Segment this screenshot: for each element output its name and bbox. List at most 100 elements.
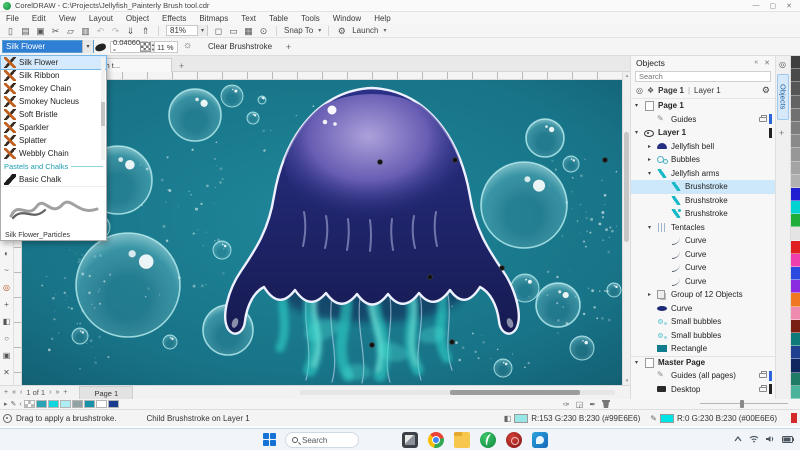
toolbar-icon[interactable]: ▥ (80, 25, 91, 37)
dropdown-scrollbar[interactable] (101, 58, 105, 160)
close-button[interactable]: ✕ (786, 2, 792, 10)
page-nav-button[interactable]: ‹ (20, 389, 22, 396)
tool-icon[interactable]: ◐ (4, 245, 9, 262)
taskbar-search[interactable]: Search (285, 432, 359, 448)
battery-icon[interactable] (782, 436, 794, 443)
add-brush-button[interactable]: + (282, 40, 295, 53)
tool-icon[interactable]: ◧ (3, 313, 11, 330)
tree-row[interactable]: ▸ Bubbles (631, 153, 775, 167)
expand-arrow[interactable]: ▾ (635, 129, 643, 136)
palette-color[interactable] (791, 254, 800, 267)
palette-icon[interactable]: ‹ (19, 401, 21, 408)
palette-color[interactable] (791, 320, 800, 333)
chrome-icon[interactable] (428, 432, 444, 448)
tree-row[interactable]: Guides (all pages) (631, 369, 775, 383)
tool-icon[interactable]: + (4, 296, 9, 313)
brush-list-item[interactable]: Silk Flower (1, 56, 106, 69)
menu-item[interactable]: Edit (32, 14, 46, 23)
page-nav-button[interactable]: › (49, 389, 51, 396)
menu-item[interactable]: Bitmaps (199, 14, 228, 23)
start-button[interactable] (263, 433, 277, 447)
palette-color[interactable] (791, 346, 800, 359)
edit-icon[interactable]: ◲ (576, 400, 584, 409)
palette-color[interactable] (791, 188, 800, 201)
toolbar-icon[interactable]: ↶ (95, 25, 106, 37)
expand-arrow[interactable]: ▾ (635, 359, 643, 366)
menu-item[interactable]: Effects (162, 14, 186, 23)
launch-button[interactable]: Launch (352, 26, 378, 35)
chevron-down-icon[interactable]: ▾ (383, 27, 386, 34)
zoom-level-combo[interactable]: 81% ▾ (166, 25, 208, 36)
view-mode-icon[interactable]: ◎ (636, 86, 643, 95)
color-swatch[interactable] (60, 400, 71, 408)
tree-row[interactable]: ▾ Layer 1 (631, 126, 775, 140)
tree-row[interactable]: Small bubbles (631, 329, 775, 343)
tool-icon[interactable]: ~ (4, 262, 9, 279)
tool-icon[interactable]: ○ (4, 330, 9, 347)
view-icon[interactable]: ⊙ (258, 25, 269, 37)
coreldraw-taskbar-icon[interactable] (480, 432, 496, 448)
transparency-field[interactable]: 11 % (154, 41, 178, 53)
brush-list-item[interactable]: Splatter (1, 134, 106, 147)
tree-row[interactable]: ▾ Master Page (631, 356, 775, 370)
page-nav-button[interactable]: « (12, 389, 16, 396)
printable-icon[interactable] (759, 373, 767, 378)
vertical-scrollbar[interactable]: ▴ ▾ (622, 72, 630, 385)
palette-color[interactable] (791, 201, 800, 214)
options-gear-icon[interactable]: ⚙ (336, 25, 347, 37)
page-nav-button[interactable]: + (63, 389, 67, 396)
snap-to-button[interactable]: Snap To (284, 26, 313, 35)
filter-icon[interactable]: ❖ (647, 86, 654, 95)
tree-row[interactable]: ▸ Jellyfish bell (631, 140, 775, 154)
tool-icon[interactable]: ✕ (3, 364, 10, 381)
view-icon[interactable]: ▭ (228, 25, 239, 37)
new-tab-button[interactable]: + (176, 60, 187, 71)
expand-arrow[interactable]: ▸ (648, 143, 656, 150)
palette-color[interactable] (791, 214, 800, 227)
brush-list-item[interactable]: Smokey Chain (1, 82, 106, 95)
tree-row[interactable]: Brushstroke (631, 194, 775, 208)
palette-color[interactable] (791, 109, 800, 122)
palette-color[interactable] (791, 386, 800, 399)
toolbar-icon[interactable]: ⇓ (125, 25, 136, 37)
color-swatch[interactable] (48, 400, 59, 408)
scrollbar-thumb[interactable] (450, 390, 580, 395)
tool-icon[interactable]: ◎ (3, 279, 10, 296)
trash-icon[interactable] (602, 400, 610, 408)
search-input[interactable] (636, 72, 770, 81)
drawing-canvas[interactable] (22, 80, 622, 385)
tree-row[interactable]: Rectangle (631, 342, 775, 356)
toolbar-icon[interactable]: ✂ (50, 25, 61, 37)
slider-thumb[interactable] (740, 400, 744, 408)
docker-tab-objects[interactable]: Objects (777, 74, 789, 120)
printable-icon[interactable] (759, 387, 767, 392)
tree-row[interactable]: ▸ Group of 12 Objects (631, 288, 775, 302)
palette-color[interactable] (791, 122, 800, 135)
toolbar-icon[interactable]: ▣ (35, 25, 46, 37)
expand-arrow[interactable]: ▾ (648, 224, 656, 231)
close-icon[interactable]: ✕ (764, 59, 770, 67)
speaker-icon[interactable] (766, 435, 775, 443)
docs-app-icon[interactable] (532, 432, 548, 448)
menu-item[interactable]: Tools (301, 14, 320, 23)
toolbar-icon[interactable]: ↷ (110, 25, 121, 37)
palette-color[interactable] (791, 241, 800, 254)
palette-color[interactable] (791, 96, 800, 109)
palette-color[interactable] (791, 56, 800, 69)
objects-search[interactable] (635, 71, 771, 82)
wifi-icon[interactable] (749, 435, 759, 443)
menu-item[interactable]: Window (333, 14, 361, 23)
add-docker-button[interactable]: + (779, 128, 784, 138)
color-swatch[interactable] (84, 400, 95, 408)
palette-color[interactable] (791, 333, 800, 346)
brush-list-item[interactable]: Sparkler (1, 121, 106, 134)
palette-color[interactable] (791, 162, 800, 175)
palette-color[interactable] (791, 82, 800, 95)
view-icon[interactable]: ▦ (243, 25, 254, 37)
menu-item[interactable]: View (59, 14, 76, 23)
edit-icon[interactable]: ✒ (589, 400, 596, 409)
tree-row[interactable]: Curve (631, 234, 775, 248)
palette-color[interactable] (791, 148, 800, 161)
expand-arrow[interactable]: ▸ (648, 156, 656, 163)
gear-icon[interactable]: ⚙ (762, 85, 770, 96)
